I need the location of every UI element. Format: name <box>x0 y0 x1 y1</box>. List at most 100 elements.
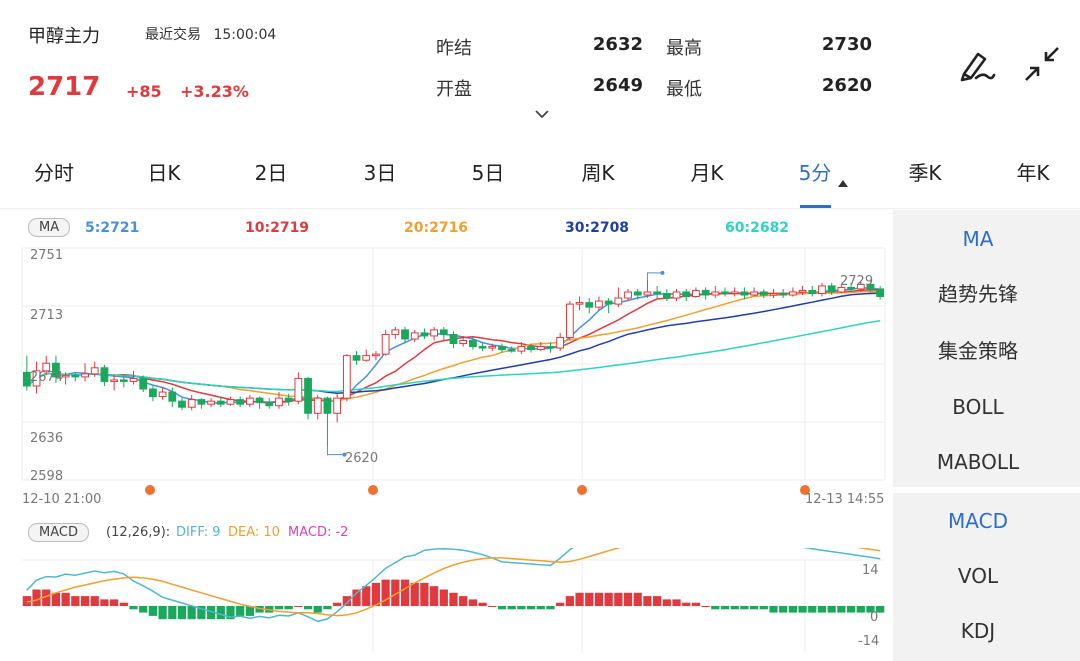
candle-body <box>294 377 303 402</box>
macd-bar <box>100 599 109 606</box>
macd-params: (12,26,9): <box>106 525 171 540</box>
ma-badge[interactable]: MA <box>28 218 71 237</box>
candle-body <box>81 373 89 378</box>
macd-bar <box>303 606 313 610</box>
indicator-fund-strategy[interactable]: 集金策略 <box>893 336 1063 366</box>
macd-axis-top: 14 <box>862 563 879 578</box>
candle-body <box>168 391 177 402</box>
candle-body <box>149 388 157 398</box>
tab-yearly[interactable]: 年K <box>993 158 1073 188</box>
macd-dif: DIFF: 9 <box>176 525 221 540</box>
macd-bar <box>585 592 594 606</box>
macd-bar <box>846 606 856 613</box>
candle-body <box>536 346 545 351</box>
tab-weekly[interactable]: 周K <box>558 158 638 188</box>
candle-body <box>740 291 749 296</box>
candle-body <box>798 289 807 293</box>
macd-bar <box>449 592 458 606</box>
indicator-boll[interactable]: BOLL <box>893 392 1063 422</box>
macd-bar <box>808 606 817 613</box>
candle-body <box>420 332 429 337</box>
macd-badge[interactable]: MACD <box>28 523 89 542</box>
indicator-kdj[interactable]: KDJ <box>893 616 1063 646</box>
candle-body <box>197 399 206 405</box>
macd-bar <box>468 599 478 606</box>
candle-body <box>381 333 390 355</box>
collapse-icon[interactable] <box>1022 44 1062 84</box>
session-marker-dot <box>368 485 378 495</box>
candle-body <box>604 300 613 305</box>
macd-bar <box>61 592 70 606</box>
macd-bar <box>168 606 177 620</box>
tab-intraday[interactable]: 分时 <box>14 158 94 188</box>
price-axis-label-3: 2674 <box>30 370 64 385</box>
draw-pen-icon[interactable] <box>956 44 996 84</box>
tab-quarterly[interactable]: 季K <box>885 158 965 188</box>
candlestick-chart[interactable] <box>0 240 893 515</box>
macd-bar <box>711 606 720 610</box>
open-value: 2649 <box>592 75 643 96</box>
macd-bar <box>653 596 662 606</box>
candle-body <box>129 377 138 382</box>
price-axis-label-1: 2751 <box>30 248 64 263</box>
tab-2day[interactable]: 2日 <box>231 158 311 188</box>
candle-body <box>178 400 186 408</box>
macd-bar <box>410 582 419 606</box>
candle-body <box>585 302 594 308</box>
tab-monthly[interactable]: 月K <box>667 158 747 188</box>
candle-body <box>236 399 245 405</box>
chevron-down-icon[interactable] <box>535 110 549 118</box>
candle-body <box>488 346 497 349</box>
macd-bar <box>119 602 128 606</box>
macd-bar <box>362 586 371 606</box>
macd-dea: DEA: 10 <box>228 525 280 540</box>
tab-daily[interactable]: 日K <box>124 158 204 188</box>
macd-bar <box>740 606 749 610</box>
macd-bar <box>691 602 701 606</box>
indicator-vol[interactable]: VOL <box>893 561 1063 591</box>
macd-bar <box>837 606 846 613</box>
session-marker-dot <box>577 485 587 495</box>
candle-body <box>139 377 148 390</box>
macd-bar <box>672 599 681 606</box>
candle-body <box>818 285 826 294</box>
candle-body <box>372 353 380 357</box>
price-axis-label-4: 2636 <box>30 431 64 446</box>
candle-body <box>119 379 128 382</box>
last-price: 2717 <box>28 72 101 102</box>
candle-body <box>876 288 885 298</box>
macd-bar <box>507 606 516 610</box>
macd-bar <box>730 606 739 610</box>
indicator-ma[interactable]: MA <box>893 224 1063 254</box>
tab-3day[interactable]: 3日 <box>340 158 420 188</box>
macd-bar <box>429 586 439 606</box>
candle-body <box>158 391 167 398</box>
candle-body <box>779 292 788 296</box>
tab-dropdown-icon[interactable] <box>838 180 848 187</box>
macd-bar <box>720 606 730 610</box>
macd-bar <box>497 606 507 610</box>
candle-body <box>478 346 487 349</box>
macd-bar <box>294 606 303 607</box>
macd-bar <box>148 606 158 616</box>
macd-chart[interactable] <box>0 548 893 661</box>
indicator-maboll[interactable]: MABOLL <box>893 447 1063 477</box>
indicator-macd[interactable]: MACD <box>893 506 1063 536</box>
macd-bar <box>556 602 565 606</box>
candle-body <box>100 367 109 382</box>
candle-body <box>633 291 642 296</box>
candle-body <box>226 399 235 405</box>
time-axis-end: 12-13 14:55 <box>805 492 885 507</box>
candle-body <box>498 346 506 351</box>
price-axis-label-2: 2713 <box>30 308 64 323</box>
candle-body <box>517 346 526 352</box>
tab-5day[interactable]: 5日 <box>448 158 528 188</box>
candle-body <box>333 397 342 414</box>
candle-body <box>61 374 70 378</box>
macd-bar <box>71 596 80 606</box>
macd-bar <box>80 596 90 606</box>
candle-body <box>565 303 574 338</box>
tab-divider <box>0 208 1080 209</box>
candle-body <box>430 329 439 337</box>
indicator-trend-pioneer[interactable]: 趋势先锋 <box>893 279 1063 309</box>
